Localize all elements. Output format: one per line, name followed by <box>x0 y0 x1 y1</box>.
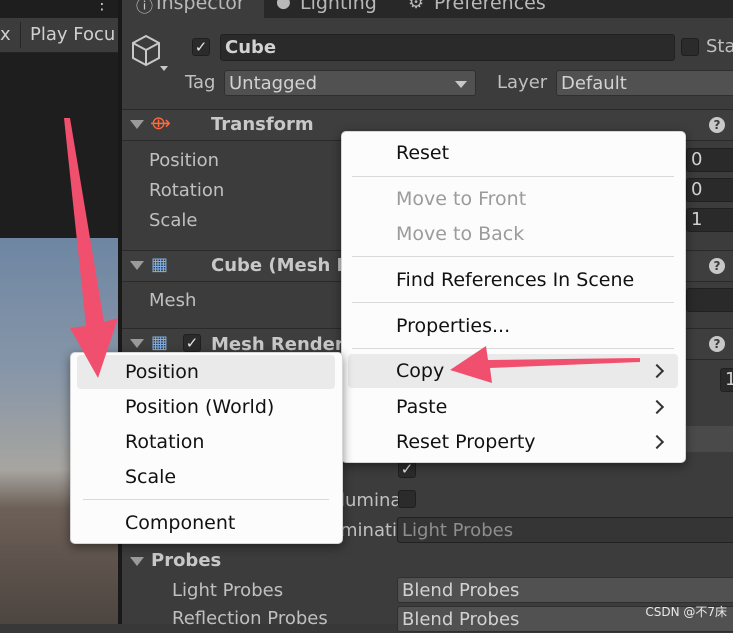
object-name-input[interactable]: Cube <box>220 34 675 61</box>
help-icon[interactable]: ? <box>709 258 725 274</box>
mesh-field[interactable] <box>686 288 733 312</box>
mesh-label: Mesh <box>149 290 197 311</box>
probes-title: Probes <box>151 550 222 571</box>
chevron-down-icon <box>455 81 467 88</box>
active-checkbox[interactable]: ✓ <box>192 38 210 56</box>
submenu-item-position-label: Position <box>125 361 199 383</box>
transform-title: Transform <box>211 114 314 135</box>
menu-separator <box>352 256 674 257</box>
receive-gi-dropdown[interactable]: Light Probes <box>397 517 733 543</box>
menu-item-find-references[interactable]: Find References In Scene <box>396 269 634 291</box>
info-icon: ⓘ <box>136 0 153 17</box>
gear-icon: ⚙ <box>408 0 425 13</box>
menu-separator <box>83 499 329 500</box>
layer-value: Default <box>561 73 627 94</box>
help-icon[interactable]: ? <box>709 117 725 133</box>
context-menu: Reset Move to Front Move to Back Find Re… <box>341 131 686 463</box>
mesh-grid-icon: ▦ <box>151 254 169 275</box>
help-icon[interactable]: ? <box>709 336 725 352</box>
menu-separator <box>352 348 674 349</box>
layer-dropdown[interactable]: Default <box>556 70 733 96</box>
play-focus-dropdown[interactable]: Play Focu <box>30 24 115 45</box>
rotation-label: Rotation <box>149 180 225 201</box>
receive-gi-label: minati <box>340 520 398 541</box>
tab-inspector-label: Inspector <box>156 0 245 14</box>
more-options-icon[interactable]: ⋮ <box>94 0 110 13</box>
collapse-icon[interactable] <box>130 120 144 129</box>
chevron-right-icon <box>649 399 665 415</box>
mesh-renderer-icon: ▦ <box>151 332 169 353</box>
menu-item-move-to-front: Move to Front <box>396 188 527 210</box>
collapse-icon[interactable] <box>130 339 144 348</box>
menu-separator <box>352 176 674 177</box>
position-label: Position <box>149 150 220 171</box>
lightbulb-icon: ● <box>276 0 291 12</box>
tag-dropdown[interactable]: Untagged <box>224 70 476 96</box>
position-field[interactable]: 0 <box>686 148 733 172</box>
menu-item-paste[interactable]: Paste <box>396 396 447 418</box>
contribute-gi-label: lumina <box>340 490 402 511</box>
mesh-filter-title: Cube (Mesh F <box>211 255 349 276</box>
rotation-field[interactable]: 0 <box>686 178 733 202</box>
transform-icon: ⟴ <box>150 113 171 134</box>
light-probes-label: Light Probes <box>172 580 284 601</box>
materials-size-field[interactable]: 1 <box>720 368 733 392</box>
menu-item-move-to-back: Move to Back <box>396 223 525 245</box>
mesh-renderer-enabled-checkbox[interactable]: ✓ <box>183 334 201 352</box>
tab-lighting-label: Lighting <box>300 0 377 14</box>
tag-value: Untagged <box>229 73 318 94</box>
contribute-gi-checkbox[interactable] <box>398 490 416 508</box>
menu-item-properties[interactable]: Properties... <box>396 315 510 337</box>
chevron-right-icon <box>649 434 665 450</box>
tab-inspector[interactable]: ⓘ Inspector <box>122 0 264 18</box>
submenu-item-position[interactable] <box>77 355 335 389</box>
reflection-probes-label: Reflection Probes <box>172 608 328 629</box>
static-label: Sta <box>706 36 733 57</box>
copy-submenu: Position Position (World) Rotation Scale… <box>70 352 343 544</box>
menu-item-reset-property[interactable]: Reset Property <box>396 431 536 453</box>
collapse-icon[interactable] <box>130 557 144 566</box>
submenu-item-component[interactable]: Component <box>125 512 235 534</box>
tab-preferences-label: Preferences <box>434 0 546 14</box>
submenu-item-rotation[interactable]: Rotation <box>125 431 204 453</box>
menu-item-copy-label: Copy <box>396 360 445 382</box>
layer-label: Layer <box>497 72 548 93</box>
watermark: CSDN @不7床 <box>645 605 727 619</box>
static-checkbox[interactable] <box>681 38 699 56</box>
submenu-item-position-world[interactable]: Position (World) <box>125 396 274 418</box>
tag-label: Tag <box>185 72 216 93</box>
light-probes-dropdown[interactable]: Blend Probes <box>397 577 733 603</box>
scale-field[interactable]: 1 <box>686 208 733 232</box>
cube-icon <box>130 34 162 72</box>
toolbar-divider <box>20 22 21 48</box>
scale-label: Scale <box>149 210 198 231</box>
icon-dropdown-icon[interactable] <box>160 66 168 71</box>
menu-separator <box>352 302 674 303</box>
collapse-icon[interactable] <box>130 261 144 270</box>
submenu-item-scale[interactable]: Scale <box>125 466 176 488</box>
toolbar-fragment: x <box>0 24 11 45</box>
menu-item-reset[interactable]: Reset <box>396 142 449 164</box>
